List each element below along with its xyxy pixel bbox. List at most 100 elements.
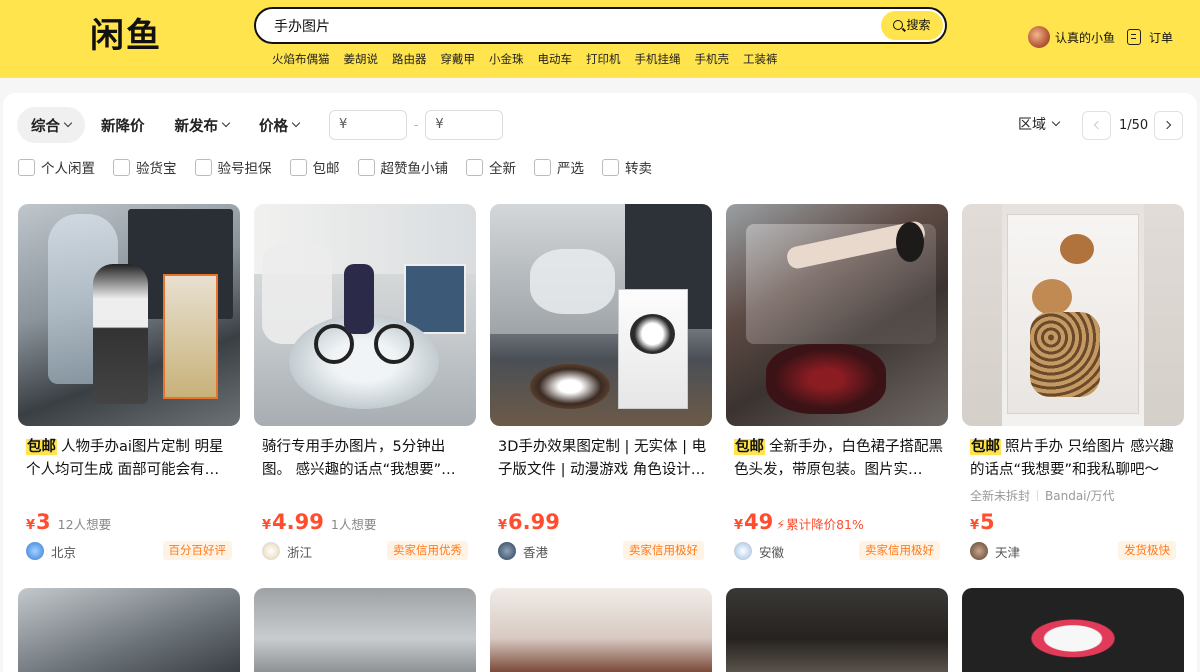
product-image[interactable] <box>962 204 1184 426</box>
sort-tab-new-price-drop[interactable]: 新降价 <box>87 107 159 143</box>
chevron-down-icon <box>291 118 301 128</box>
seller-avatar <box>734 542 752 560</box>
search-icon <box>893 20 904 30</box>
price-value: 3 <box>36 510 51 534</box>
price-min-input[interactable]: ¥ <box>329 110 407 140</box>
product-title[interactable]: 骑行专用手办图片，5分钟出图。 感兴趣的话点“我想要”… <box>262 436 472 482</box>
product-price: ¥3 12人想要 <box>26 510 111 536</box>
product-price: ¥49 ⚡ 累计降价81% <box>734 510 864 536</box>
checkbox-box <box>602 158 619 176</box>
currency-symbol: ¥ <box>970 518 980 533</box>
search-bar: 搜索 <box>254 7 947 44</box>
search-button-label: 搜索 <box>906 18 931 32</box>
checkbox-selected[interactable]: 严选 <box>534 157 584 177</box>
product-image[interactable] <box>18 204 240 426</box>
user-menu[interactable]: 认真的小鱼 <box>1028 25 1115 49</box>
currency-symbol: ¥ <box>262 518 272 533</box>
product-title[interactable]: 包邮 照片手办 只给图片 感兴趣的话点“我想要”和我私聊吧～ <box>970 436 1180 482</box>
top-header: 闲鱼 搜索 火焰布偶猫 姜胡说 路由器 穿戴甲 小金珠 电动车 打印机 手机挂绳… <box>0 0 1200 78</box>
search-input[interactable] <box>274 9 874 42</box>
checkbox-super-shop[interactable]: 超赞鱼小铺 <box>357 157 449 177</box>
product-card[interactable]: 包邮 全新手办，白色裙子搭配黑色头发，带原包装。图片实… ¥49 ⚡ 累计降价81% … <box>726 204 948 576</box>
next-page-button[interactable] <box>1154 111 1183 140</box>
sort-tab-label: 新发布 <box>174 118 219 135</box>
checkbox-box <box>357 158 375 176</box>
seller-avatar <box>970 542 988 560</box>
product-image[interactable] <box>254 204 476 426</box>
product-title[interactable]: 3D手办效果图定制 | 无实体 | 电子版文件 | 动漫游戏 角色设计… <box>498 436 708 482</box>
location-text: 北京 <box>51 544 77 560</box>
product-card[interactable]: 骑行专用手办图片，5分钟出图。 感兴趣的话点“我想要”… ¥4.99 1人想要 浙… <box>254 204 476 576</box>
seller-avatar <box>498 542 516 560</box>
chevron-down-icon <box>1051 117 1061 127</box>
seller-credit-tag: 百分百好评 <box>162 541 232 560</box>
suggestion-link[interactable]: 手机壳 <box>695 51 730 69</box>
sort-tab-price[interactable]: 价格 <box>245 107 313 143</box>
product-image[interactable] <box>254 588 476 672</box>
product-price: ¥4.99 1人想要 <box>262 510 376 536</box>
price-value: 5 <box>980 510 995 534</box>
sort-filter-bar: 综合 新降价 新发布 价格 ¥ - ¥ <box>17 106 504 144</box>
checkbox-account-guarantee[interactable]: 验号担保 <box>194 157 272 177</box>
suggestion-link[interactable]: 路由器 <box>392 51 427 69</box>
product-image[interactable] <box>962 588 1184 672</box>
suggestion-link[interactable]: 小金珠 <box>489 51 524 69</box>
seller-credit-tag: 卖家信用极好 <box>859 541 940 560</box>
checkbox-inspection[interactable]: 验货宝 <box>113 157 177 177</box>
location-text: 香港 <box>523 544 549 560</box>
product-image[interactable] <box>490 588 712 672</box>
suggestion-link[interactable]: 打印机 <box>586 51 621 69</box>
product-title-text: 全新手办，白色裙子搭配黑色头发，带原包装。图片实… <box>734 439 943 478</box>
product-card[interactable]: 包邮 照片手办 只给图片 感兴趣的话点“我想要”和我私聊吧～ 全新未拆封 Banda… <box>962 204 1184 576</box>
sort-tab-comprehensive[interactable]: 综合 <box>17 107 85 143</box>
checkbox-resale[interactable]: 转卖 <box>602 157 652 177</box>
checkbox-box <box>534 158 551 176</box>
checkbox-brand-new[interactable]: 全新 <box>466 157 516 177</box>
region-dropdown[interactable]: 区域 <box>1018 114 1061 134</box>
suggestion-link[interactable]: 姜胡说 <box>344 51 379 69</box>
product-title[interactable]: 包邮 人物手办ai图片定制 明星个人均可生成 面部可能会有… <box>26 436 236 482</box>
checkbox-label: 验号担保 <box>217 161 272 177</box>
suggestion-link[interactable]: 火焰布偶猫 <box>272 51 330 69</box>
divider <box>1037 490 1039 501</box>
sort-tab-new-posted[interactable]: 新发布 <box>161 107 244 143</box>
product-attributes: 全新未拆封 Bandai/万代 <box>970 487 1115 504</box>
user-name: 认真的小鱼 <box>1055 30 1116 45</box>
want-count: 1人想要 <box>330 517 377 532</box>
suggestion-link[interactable]: 工装裤 <box>743 51 778 69</box>
product-price: ¥6.99 <box>498 510 560 536</box>
sort-tab-label: 价格 <box>259 118 288 135</box>
search-button[interactable]: 搜索 <box>881 11 943 40</box>
location-text: 浙江 <box>287 544 313 560</box>
checkbox-label: 验货宝 <box>136 161 177 177</box>
search-suggestions: 火焰布偶猫 姜胡说 路由器 穿戴甲 小金珠 电动车 打印机 手机挂绳 手机壳 工… <box>272 51 778 69</box>
product-card[interactable]: 包邮 人物手办ai图片定制 明星个人均可生成 面部可能会有… ¥3 12人想要 北京… <box>18 204 240 576</box>
checkbox-box <box>113 158 130 176</box>
price-max-input[interactable]: ¥ <box>425 110 504 140</box>
price-range-dash: - <box>414 118 419 132</box>
seller-location: 北京 <box>26 541 76 561</box>
seller-credit-tag: 卖家信用极好 <box>623 541 704 560</box>
checkbox-label: 转卖 <box>625 161 652 177</box>
price-value: 6.99 <box>508 510 560 534</box>
product-card[interactable]: 3D手办效果图定制 | 无实体 | 电子版文件 | 动漫游戏 角色设计… ¥6.… <box>490 204 712 576</box>
currency-symbol: ¥ <box>498 518 508 533</box>
suggestion-link[interactable]: 电动车 <box>538 51 573 69</box>
product-image[interactable] <box>490 204 712 426</box>
location-text: 天津 <box>995 544 1021 560</box>
product-image[interactable] <box>726 204 948 426</box>
free-shipping-badge: 包邮 <box>734 439 765 455</box>
prev-page-button[interactable] <box>1082 111 1111 140</box>
want-count: 12人想要 <box>57 517 112 532</box>
checkbox-personal[interactable]: 个人闲置 <box>18 157 95 177</box>
product-title[interactable]: 包邮 全新手办，白色裙子搭配黑色头发，带原包装。图片实… <box>734 436 944 482</box>
checkbox-free-shipping[interactable]: 包邮 <box>289 157 340 177</box>
product-image[interactable] <box>726 588 948 672</box>
orders-link[interactable]: 订单 <box>1127 25 1173 49</box>
xianyu-logo[interactable]: 闲鱼 <box>90 16 168 56</box>
suggestion-link[interactable]: 穿戴甲 <box>441 51 476 69</box>
seller-location: 天津 <box>970 541 1020 561</box>
product-image[interactable] <box>18 588 240 672</box>
suggestion-link[interactable]: 手机挂绳 <box>635 51 681 69</box>
checkbox-label: 超赞鱼小铺 <box>380 161 449 177</box>
